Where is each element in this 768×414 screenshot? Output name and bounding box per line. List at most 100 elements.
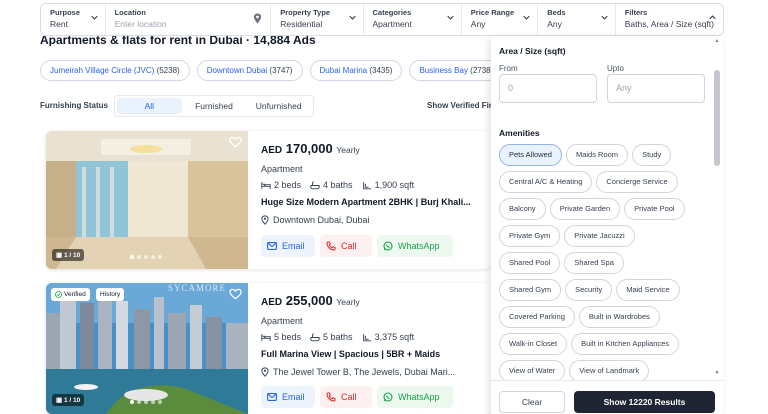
amenity-chip[interactable]: Private Gym [499,225,561,247]
beds-value: Any [547,19,562,29]
verified-label: Verified [64,291,86,298]
email-icon [267,242,277,250]
amenity-chip[interactable]: View of Landmark [569,360,650,382]
email-button[interactable]: Email [261,386,315,408]
categories-value: Apartment [372,19,412,29]
scroll-down-arrow-icon[interactable]: ▼ [714,370,720,376]
purpose-label: Purpose [50,8,81,17]
amenity-chip[interactable]: Pets Allowed [499,144,562,166]
amenity-chip[interactable]: Maids Room [565,144,629,166]
call-button[interactable]: Call [320,386,372,408]
chevron-down-icon [523,15,530,20]
amenity-chip[interactable]: Covered Parking [499,306,575,328]
address-text: The Jewel Tower B, The Jewels, Dubai Mar… [273,367,456,377]
amenity-chip[interactable]: Concierge Service [596,171,678,193]
amenity-chip[interactable]: Walk-in Closet [499,333,568,355]
whatsapp-label: WhatsApp [398,392,440,402]
carousel-dots [130,400,162,404]
listing-title[interactable]: Full Marina View | Spacious | 5BR + Maid… [261,349,440,359]
furnishing-toggle: All Furnished Unfurnished [114,95,314,117]
amenity-chip[interactable]: Security [565,279,613,301]
carousel-dots [130,255,162,259]
location-input[interactable]: Location Enter location [106,4,272,35]
listing-photo[interactable]: Verified History SYCAMORE ▣ 1 / 10 [46,283,248,414]
property-type-select[interactable]: Property Type Residential [271,4,364,35]
panel-scrollbar[interactable]: ▲ ▼ [714,38,720,376]
scroll-up-arrow-icon[interactable]: ▲ [714,38,720,44]
listing-address: Downtown Dubai, Dubai [261,215,370,225]
phone-icon [326,241,336,251]
location-chip[interactable]: Jumeirah Village Circle (JVC) (5238) [40,60,190,81]
call-button[interactable]: Call [320,235,372,257]
email-button[interactable]: Email [261,235,315,257]
call-label: Call [341,392,357,402]
furnishing-option-all[interactable]: All [117,98,182,114]
history-badge[interactable]: History [96,288,125,301]
amenity-chip[interactable]: Private Garden [549,198,621,220]
amenity-chip[interactable]: Balcony [499,198,546,220]
area-from-input[interactable]: 0 [499,74,597,103]
baths-spec: 4 baths [310,180,353,190]
listing-card[interactable]: ▣ 1 / 10 AED 170,000 Yearly Apartment 2 … [46,131,491,269]
bed-icon [261,181,271,189]
show-results-button[interactable]: Show 12220 Results [574,391,715,413]
listing-address: The Jewel Tower B, The Jewels, Dubai Mar… [261,367,455,377]
price-range-select[interactable]: Price Range Any [462,4,539,35]
chevron-down-icon [601,15,608,20]
property-type-label: Property Type [280,8,331,17]
location-chip[interactable]: Business Bay (2738) [409,60,504,81]
purpose-select[interactable]: Purpose Rent [41,4,106,35]
heart-icon[interactable] [229,136,242,148]
location-placeholder: Enter location [114,19,167,29]
email-icon [267,393,277,401]
area-spec: 3,375 sqft [362,332,415,342]
filters-label: Filters [624,8,648,17]
chevron-down-icon [90,15,98,20]
scroll-thumb[interactable] [714,70,720,166]
area-value: 3,375 sqft [374,332,415,342]
location-chip[interactable]: Dubai Marina (3435) [309,60,403,81]
whatsapp-button[interactable]: WhatsApp [377,235,453,257]
upto-label: Upto [607,64,624,73]
amenity-chip[interactable]: Maid Service [616,279,680,301]
page: Purpose Rent Location Enter location Pro… [0,0,768,414]
amenity-chip[interactable]: Shared Spa [564,252,624,274]
chip-name: Downtown Dubai [206,66,268,75]
location-chip[interactable]: Downtown Dubai (3747) [196,60,303,81]
amenity-chip[interactable]: Study [632,144,672,166]
currency: AED [261,145,283,156]
call-label: Call [341,241,357,251]
heart-icon[interactable] [229,288,242,300]
listing-card[interactable]: Verified History SYCAMORE ▣ 1 / 10 AED 2… [46,283,491,414]
amenities-section-title: Amenities [499,128,540,138]
listing-title[interactable]: Huge Size Modern Apartment 2BHK | Burj K… [261,197,471,207]
furnishing-option-unfurnished[interactable]: Unfurnished [246,98,311,114]
categories-select[interactable]: Categories Apartment [364,4,462,35]
amenity-chip[interactable]: Shared Pool [499,252,561,274]
price-value: 170,000 [285,141,333,156]
location-pin-icon [254,13,262,24]
beds-value: 2 beds [274,180,302,190]
amenity-chip[interactable]: View of Water [499,360,566,382]
price-value: 255,000 [285,293,333,308]
filters-select[interactable]: Filters Baths, Area / Size (sqft) [616,4,723,35]
amenity-chip[interactable]: Private Pool [624,198,685,220]
amenity-chip[interactable]: Central A/C & Heating [499,171,593,193]
show-verified-toggle[interactable]: Show Verified First [427,101,499,110]
whatsapp-button[interactable]: WhatsApp [377,386,453,408]
from-label: From [499,64,518,73]
clear-button[interactable]: Clear [499,391,565,413]
amenity-chip[interactable]: Shared Gym [499,279,562,301]
amenity-chip[interactable]: Built in Kitchen Appliances [571,333,680,355]
amenity-chip[interactable]: Private Jacuzzi [564,225,635,247]
area-upto-input[interactable]: Any [607,74,705,103]
page-title: Apartments & flats for rent in Dubai · 1… [40,36,316,46]
listing-photo[interactable]: ▣ 1 / 10 [46,131,248,269]
photo-count-badge: ▣ 1 / 10 [52,249,85,261]
chevron-down-icon [447,15,454,20]
property-type-value: Residential [280,19,323,29]
beds-label: Beds [547,8,566,17]
beds-select[interactable]: Beds Any [538,4,616,35]
furnishing-option-furnished[interactable]: Furnished [182,98,247,114]
amenity-chip[interactable]: Built in Wardrobes [578,306,660,328]
